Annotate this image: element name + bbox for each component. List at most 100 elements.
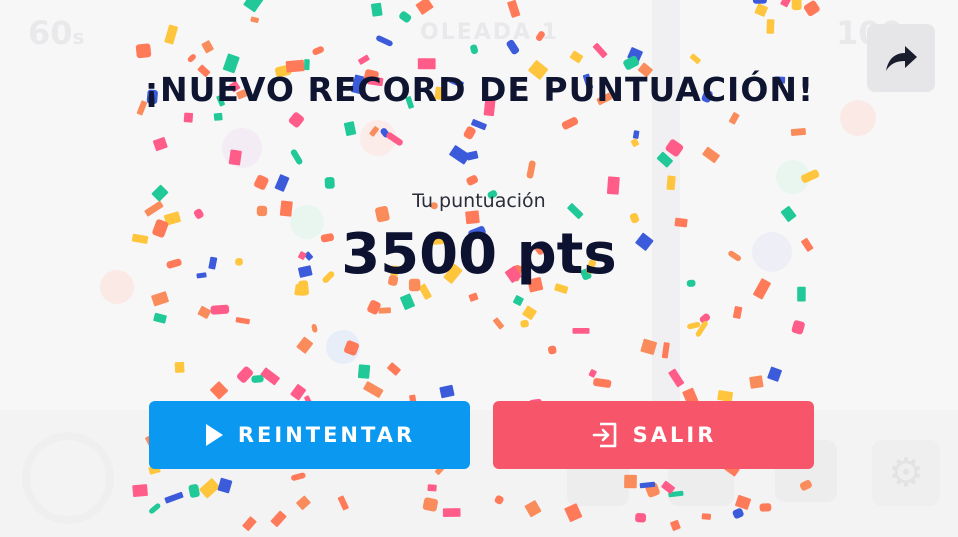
share-arrow-icon — [886, 46, 917, 71]
confetti-piece — [791, 0, 802, 11]
background-character — [222, 128, 262, 168]
confetti-piece — [623, 55, 639, 70]
confetti-piece — [630, 138, 640, 147]
confetti-piece — [378, 307, 391, 314]
retry-button[interactable]: REINTENTAR — [149, 401, 470, 469]
confetti-piece — [749, 375, 764, 389]
confetti-piece — [572, 328, 590, 334]
confetti-piece — [689, 53, 701, 64]
confetti-piece — [593, 378, 612, 388]
confetti-piece — [400, 293, 415, 310]
confetti-piece — [312, 46, 324, 56]
confetti-piece — [151, 291, 169, 307]
confetti-piece — [357, 364, 371, 379]
confetti-piece — [569, 50, 584, 64]
confetti-piece — [311, 323, 318, 333]
confetti-piece — [791, 320, 805, 335]
confetti-piece — [288, 112, 304, 128]
confetti-piece — [250, 16, 259, 24]
confetti-piece — [561, 117, 579, 130]
confetti-piece — [367, 300, 381, 315]
confetti-piece — [164, 24, 178, 45]
confetti-piece — [468, 292, 479, 302]
confetti-piece — [547, 345, 557, 355]
confetti-piece — [197, 305, 212, 319]
confetti-piece — [466, 175, 479, 186]
confetti-piece — [251, 375, 264, 383]
confetti-piece — [296, 336, 314, 354]
confetti-piece — [627, 47, 643, 63]
confetti-piece — [210, 381, 229, 400]
gear-icon: ⚙ — [872, 440, 940, 506]
confetti-piece — [343, 121, 357, 137]
confetti-piece — [370, 2, 383, 17]
background-round-label: OLEADA 1 — [420, 20, 560, 45]
background-enemy — [360, 120, 396, 156]
background-joystick-ring — [22, 432, 114, 524]
retry-label: REINTENTAR — [237, 423, 416, 447]
confetti-piece — [732, 306, 743, 319]
game-screen: 60s OLEADA 1 100 ⚙ ¡NUEVO RECORD DE PUNT… — [0, 0, 958, 537]
confetti-piece — [243, 0, 264, 13]
confetti-piece — [417, 58, 436, 70]
confetti-piece — [363, 381, 384, 398]
confetti-piece — [415, 0, 434, 15]
play-icon — [205, 424, 223, 446]
confetti-piece — [520, 319, 529, 328]
confetti-piece — [507, 0, 521, 18]
confetti-piece — [303, 59, 310, 71]
confetti-piece — [695, 320, 708, 337]
confetti-piece — [183, 112, 194, 123]
background-enemy — [326, 330, 360, 364]
confetti-piece — [399, 11, 412, 23]
confetti-piece — [358, 54, 370, 65]
confetti-piece — [235, 317, 250, 325]
confetti-piece — [522, 305, 537, 320]
confetti-piece — [592, 42, 608, 59]
confetti-piece — [152, 137, 168, 152]
exit-button[interactable]: SALIR — [493, 401, 814, 469]
confetti-piece — [766, 19, 775, 34]
confetti-piece — [752, 0, 767, 4]
confetti-piece — [803, 0, 820, 17]
confetti-piece — [187, 54, 196, 63]
confetti-piece — [790, 127, 806, 137]
background-enemy — [776, 160, 810, 194]
score-label: Tu puntuación — [412, 190, 546, 212]
confetti-piece — [174, 361, 185, 373]
confetti-piece — [439, 384, 455, 399]
confetti-piece — [463, 126, 476, 140]
confetti-piece — [699, 313, 711, 324]
confetti-piece — [780, 0, 792, 8]
confetti-piece — [210, 304, 230, 315]
exit-label: SALIR — [632, 423, 717, 447]
confetti-piece — [632, 130, 640, 139]
confetti-piece — [135, 43, 152, 59]
record-title: ¡NUEVO RECORD DE PUNTUACIÓN! — [143, 70, 815, 109]
confetti-piece — [466, 150, 479, 161]
confetti-piece — [493, 317, 504, 330]
confetti-piece — [201, 40, 214, 54]
confetti-piece — [236, 366, 253, 383]
confetti-piece — [513, 295, 524, 306]
confetti-piece — [260, 367, 280, 386]
confetti-piece — [754, 3, 768, 17]
background-timer: 60s — [28, 14, 85, 52]
confetti-piece — [767, 366, 782, 382]
confetti-piece — [290, 149, 303, 165]
confetti-piece — [687, 321, 701, 330]
confetti-piece — [449, 145, 471, 165]
confetti-piece — [153, 312, 167, 324]
confetti-piece — [254, 174, 269, 190]
confetti-piece — [588, 369, 597, 378]
exit-door-icon — [592, 422, 616, 448]
confetti-piece — [290, 384, 307, 401]
confetti-piece — [387, 362, 401, 376]
confetti-piece — [728, 112, 740, 125]
confetti-piece — [376, 35, 393, 47]
confetti-piece — [324, 177, 335, 189]
score-value: 3500 pts — [341, 222, 617, 287]
confetti-piece — [470, 44, 479, 55]
confetti-piece — [797, 286, 806, 302]
confetti-piece — [526, 160, 536, 179]
